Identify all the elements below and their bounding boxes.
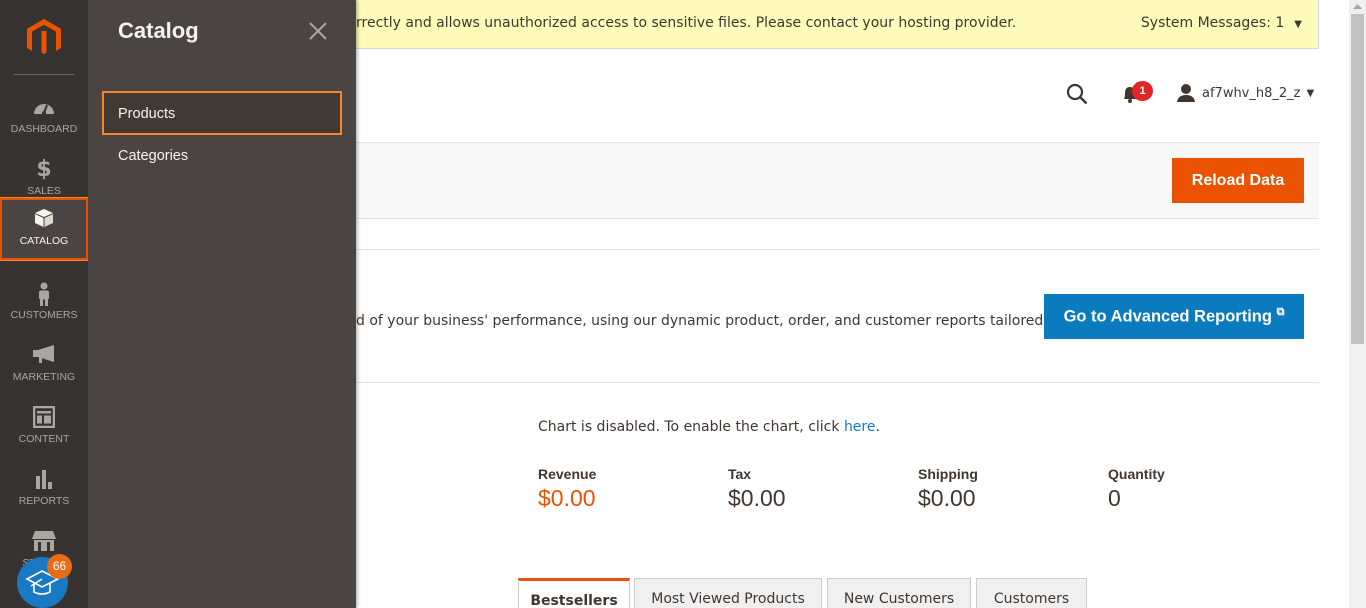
stat-quantity: Quantity 0 <box>1108 466 1165 512</box>
megaphone-icon <box>0 344 88 368</box>
stat-value: $0.00 <box>918 485 976 511</box>
nav-label: DASHBOARD <box>10 123 78 135</box>
nav-item-catalog[interactable]: CATALOG <box>0 197 89 261</box>
dollar-icon: $ <box>36 157 52 182</box>
stat-shipping: Shipping $0.00 <box>918 466 978 512</box>
divider <box>356 382 1319 383</box>
tab-most-viewed-products[interactable]: Most Viewed Products <box>634 578 822 608</box>
stat-tax: Tax $0.00 <box>728 466 786 512</box>
layout-icon <box>0 405 88 430</box>
storefront-icon <box>0 530 88 554</box>
main-nav: DASHBOARD $ SALES CATALOG CUSTOMERS MARK… <box>0 0 89 608</box>
admin-dashboard: DASHBOARD $ SALES CATALOG CUSTOMERS MARK… <box>0 0 1366 608</box>
nav-label: CONTENT <box>18 433 70 445</box>
nav-label: REPORTS <box>18 495 70 507</box>
vertical-scrollbar[interactable] <box>1349 0 1366 608</box>
stat-label: Revenue <box>538 466 597 482</box>
system-messages-count: System Messages: 1 <box>1140 15 1285 31</box>
divider <box>356 249 1319 250</box>
system-message-bar: rrectly and allows unauthorized access t… <box>356 0 1319 49</box>
advanced-reporting-description: d of your business' performance, using o… <box>356 313 1062 329</box>
close-icon[interactable] <box>307 20 329 42</box>
tab-new-customers[interactable]: New Customers <box>827 578 971 608</box>
user-icon <box>1177 84 1195 102</box>
nav-item-customers[interactable]: CUSTOMERS <box>0 272 88 334</box>
chart-disabled-message: Chart is disabled. To enable the chart, … <box>538 419 880 435</box>
stat-revenue: Revenue $0.00 <box>538 466 596 512</box>
notifications-count-badge: 1 <box>1132 81 1153 101</box>
chart-disabled-text: Chart is disabled. To enable the chart, … <box>538 419 844 435</box>
username: af7whv_h8_2_z <box>1202 85 1301 101</box>
tab-customers[interactable]: Customers <box>976 578 1087 608</box>
system-messages-toggle[interactable]: System Messages: 1 ▼ <box>1141 15 1302 31</box>
nav-label: SALES <box>27 185 61 197</box>
page-actions-bar: Reload Data <box>356 142 1319 219</box>
nav-item-reports[interactable]: REPORTS <box>0 458 88 520</box>
chart-disabled-suffix: . <box>875 419 880 435</box>
person-icon <box>0 282 88 306</box>
nav-item-content[interactable]: CONTENT <box>0 396 88 458</box>
dashboard-gauge-icon <box>0 96 88 120</box>
reload-data-button[interactable]: Reload Data <box>1172 158 1304 203</box>
search-icon[interactable] <box>1066 83 1088 105</box>
external-link-icon: ⧉ <box>1276 306 1285 319</box>
stat-label: Tax <box>728 466 752 482</box>
nav-label: MARKETING <box>12 371 76 383</box>
stat-value: $0.00 <box>538 485 596 511</box>
tab-bestsellers[interactable]: Bestsellers <box>518 578 630 608</box>
enable-chart-link[interactable]: here <box>844 419 876 435</box>
nav-label: CATALOG <box>19 235 69 247</box>
submenu-item-products[interactable]: Products <box>102 91 342 135</box>
user-account-menu[interactable]: af7whv_h8_2_z ▼ <box>1176 83 1314 103</box>
caret-down-icon: ▼ <box>1294 19 1302 30</box>
bar-chart-icon <box>0 468 88 492</box>
stat-label: Shipping <box>918 466 978 482</box>
submenu-title: Catalog <box>118 18 199 43</box>
nav-item-dashboard[interactable]: DASHBOARD <box>0 86 88 148</box>
stat-value: 0 <box>1108 485 1121 511</box>
advanced-reporting-label: Go to Advanced Reporting <box>1063 307 1272 326</box>
submenu-item-categories[interactable]: Categories <box>102 135 342 179</box>
nav-item-marketing[interactable]: MARKETING <box>0 334 88 396</box>
catalog-submenu: Catalog Products Categories <box>88 0 356 608</box>
magento-logo-icon[interactable] <box>25 19 63 57</box>
scroll-up-arrow-icon[interactable] <box>1349 0 1366 14</box>
caret-down-icon: ▼ <box>1306 87 1315 99</box>
nav-divider <box>14 74 74 75</box>
system-message-text: rrectly and allows unauthorized access t… <box>356 15 1017 31</box>
learning-hub-badge: 66 <box>47 554 72 579</box>
stat-label: Quantity <box>1108 466 1165 482</box>
stat-value: $0.00 <box>728 485 786 511</box>
nav-label: CUSTOMERS <box>10 309 78 321</box>
advanced-reporting-button[interactable]: Go to Advanced Reporting ⧉ <box>1044 294 1304 339</box>
box-icon <box>2 208 86 232</box>
scrollbar-thumb[interactable] <box>1351 14 1364 344</box>
